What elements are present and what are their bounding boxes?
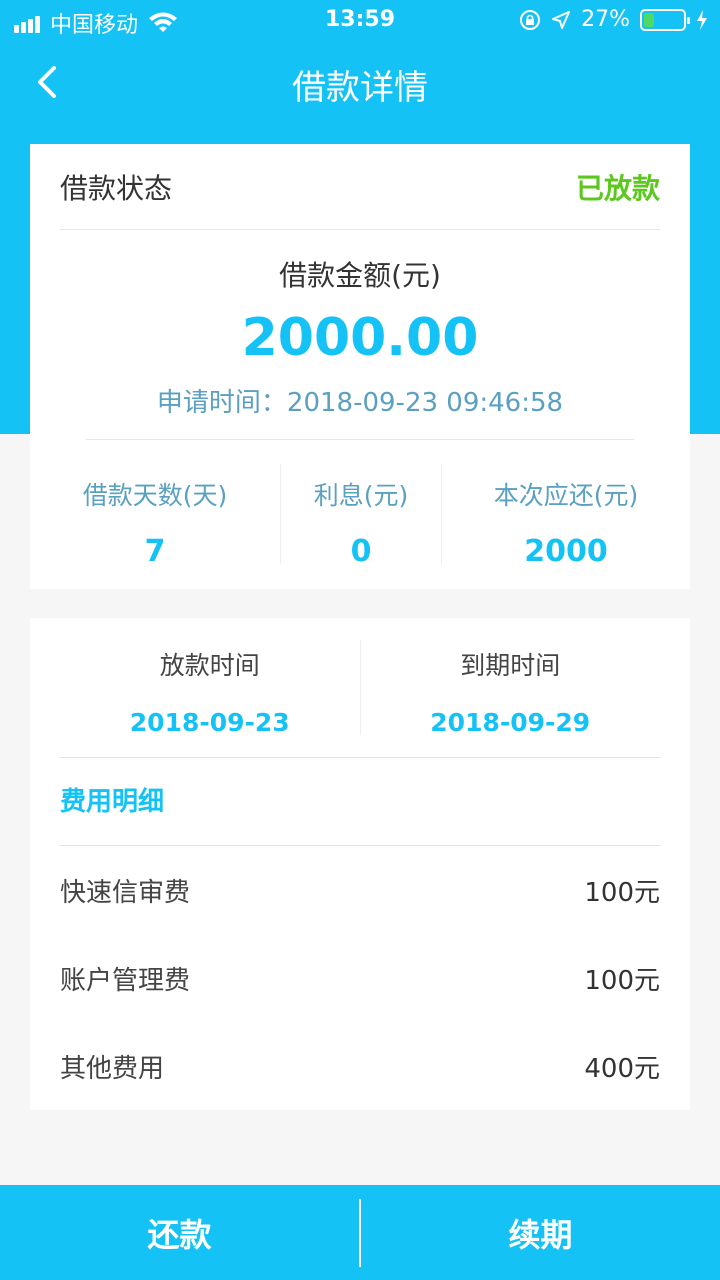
fee-row: 快速信审费 100元 xyxy=(60,846,660,934)
repay-button[interactable]: 还款 xyxy=(0,1185,359,1280)
fee-name: 快速信审费 xyxy=(60,877,191,908)
divider xyxy=(86,439,634,440)
due-date-label: 到期时间 xyxy=(460,651,561,680)
loan-status-label: 借款状态 xyxy=(60,171,173,205)
fee-row: 账户管理费 100元 xyxy=(60,934,660,1022)
battery-percent: 27% xyxy=(581,7,630,32)
fee-name: 其他费用 xyxy=(60,1053,165,1084)
loan-status-badge: 已放款 xyxy=(575,171,660,205)
bottom-action-bar: 还款 续期 xyxy=(0,1185,720,1280)
stat-value: 2000 xyxy=(524,534,608,569)
fee-amount: 100元 xyxy=(584,877,660,908)
stat-label: 利息(元) xyxy=(313,481,409,510)
fee-row: 其他费用 400元 xyxy=(60,1022,660,1110)
disburse-date: 放款时间 2018-09-23 xyxy=(60,618,360,757)
fee-amount: 100元 xyxy=(584,965,660,996)
disburse-date-value: 2018-09-23 xyxy=(129,708,290,737)
loan-detail-card: 放款时间 2018-09-23 到期时间 2018-09-29 费用明细 快速信… xyxy=(30,618,690,1110)
disburse-date-label: 放款时间 xyxy=(159,651,260,680)
due-date: 到期时间 2018-09-29 xyxy=(359,640,661,737)
loan-dates: 放款时间 2018-09-23 到期时间 2018-09-29 xyxy=(60,618,660,758)
charging-icon xyxy=(697,9,707,30)
loan-amount-value: 2000.00 xyxy=(241,308,479,368)
stat-label: 借款天数(天) xyxy=(82,481,228,510)
loan-status-row: 借款状态 已放款 xyxy=(60,144,660,230)
rotation-lock-icon xyxy=(520,9,541,30)
apply-time: 申请时间：2018-09-23 09:46:58 xyxy=(156,388,564,418)
loan-detail-page: 中国移动 13:59 27% 借款详情 借款状态 已放款 借款金额(元) 200… xyxy=(0,0,720,1280)
status-bar: 中国移动 13:59 27% xyxy=(0,0,720,40)
stat-value: 7 xyxy=(144,534,166,569)
battery-level xyxy=(644,12,655,27)
loan-stats: 借款天数(天) 7 利息(元) 0 本次应还(元) 2000 xyxy=(30,464,690,569)
nav-bar: 借款详情 xyxy=(0,40,720,126)
loan-amount-label: 借款金额(元) xyxy=(279,259,441,292)
due-date-value: 2018-09-29 xyxy=(430,708,591,737)
stat-interest: 利息(元) 0 xyxy=(280,464,441,569)
loan-summary-card: 借款状态 已放款 借款金额(元) 2000.00 申请时间：2018-09-23… xyxy=(30,144,690,589)
page-title: 借款详情 xyxy=(292,68,428,108)
stat-loan-days: 借款天数(天) 7 xyxy=(30,464,280,569)
battery-icon xyxy=(640,8,690,31)
stat-label: 本次应还(元) xyxy=(493,481,639,510)
fee-details-title: 费用明细 xyxy=(60,758,660,846)
fee-amount: 400元 xyxy=(584,1053,660,1084)
renew-button[interactable]: 续期 xyxy=(361,1185,720,1280)
location-icon xyxy=(552,10,571,29)
stat-amount-due: 本次应还(元) 2000 xyxy=(441,464,690,569)
fee-name: 账户管理费 xyxy=(60,965,191,996)
stat-value: 0 xyxy=(350,534,372,569)
